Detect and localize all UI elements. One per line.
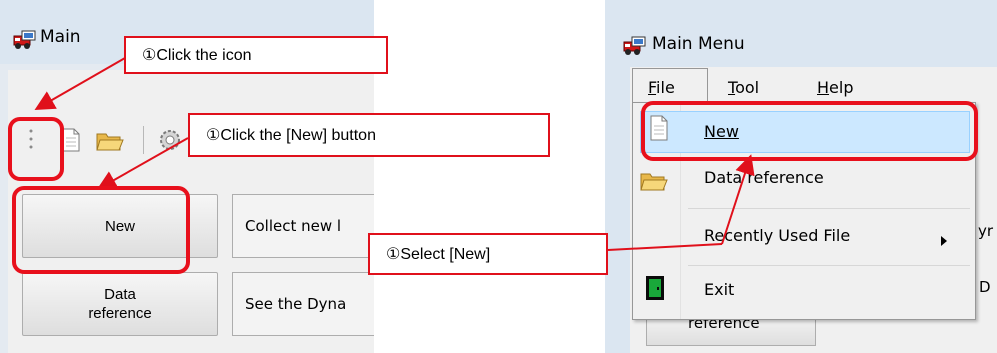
callout-click-new-button: ①Click the [New] button: [188, 113, 550, 157]
highlight-new-button: [12, 186, 190, 274]
arrow-to-icon: [34, 57, 126, 110]
arrow-to-new-button: [96, 137, 189, 190]
highlight-toolbar-grip: [8, 117, 64, 181]
arrow-to-menu-new: [607, 243, 723, 251]
callout-select-new: ①Select [New]: [368, 233, 608, 275]
highlight-menu-new: [641, 101, 978, 161]
callout-click-icon: ①Click the icon: [124, 36, 388, 74]
arrow-to-menu-new: [721, 154, 755, 245]
